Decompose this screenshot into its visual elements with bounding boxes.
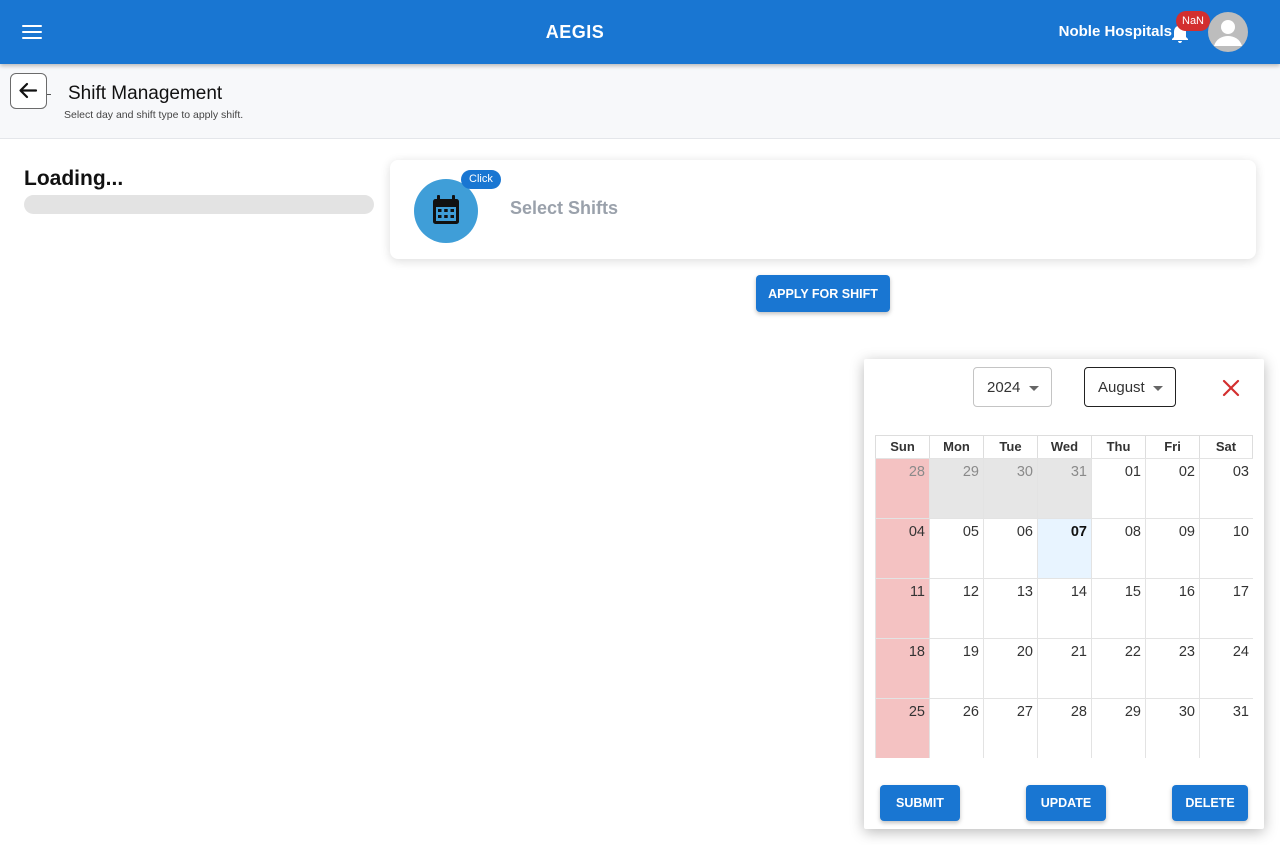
arrow-left-icon <box>19 82 38 99</box>
calendar-day[interactable]: 21 <box>1037 638 1091 698</box>
calendar-day[interactable]: 26 <box>929 698 983 758</box>
calendar-day[interactable]: 27 <box>983 698 1037 758</box>
app-bar: AEGIS Noble Hospitals NaN <box>0 0 1280 64</box>
calendar-day[interactable]: 25 <box>875 698 929 758</box>
calendar-day[interactable]: 05 <box>929 518 983 578</box>
delete-button[interactable]: DELETE <box>1172 785 1248 821</box>
select-shifts-card: Click Select Shifts <box>390 160 1256 259</box>
calendar-day[interactable]: 16 <box>1145 578 1199 638</box>
calendar-day[interactable]: 17 <box>1199 578 1253 638</box>
weekday-header: Wed <box>1037 436 1091 458</box>
calendar-day[interactable]: 24 <box>1199 638 1253 698</box>
page-title: Shift Management <box>68 83 223 104</box>
calendar-day[interactable]: 08 <box>1091 518 1145 578</box>
year-select[interactable]: 2024 <box>973 367 1052 407</box>
calendar-week: 28 29 30 31 01 02 03 <box>875 458 1253 518</box>
select-shifts-label[interactable]: Select Shifts <box>510 198 618 219</box>
weekday-header-row: Sun Mon Tue Wed Thu Fri Sat <box>875 435 1253 458</box>
app-title: AEGIS <box>545 22 605 42</box>
calendar-week: 25 26 27 28 29 30 31 <box>875 698 1253 758</box>
calendar-day[interactable]: 15 <box>1091 578 1145 638</box>
calendar-day[interactable]: 03 <box>1199 458 1253 518</box>
loading-skeleton <box>24 195 374 214</box>
page-subtitle: Select day and shift type to apply shift… <box>64 109 244 121</box>
chevron-down-icon <box>1029 386 1039 391</box>
calendar-popup: 2024 August Sun Mon Tue Wed Thu Fri Sat 28 29 30… <box>864 359 1264 829</box>
calendar-week: 04 05 06 07 08 09 10 <box>875 518 1253 578</box>
calendar-day[interactable]: 31 <box>1199 698 1253 758</box>
notification-badge: NaN <box>1176 11 1211 31</box>
weekday-header: Thu <box>1091 436 1145 458</box>
month-select[interactable]: August <box>1084 367 1176 407</box>
calendar-day[interactable]: 28 <box>1037 698 1091 758</box>
submit-button[interactable]: SUBMIT <box>880 785 960 821</box>
weekday-header: Sat <box>1199 436 1253 458</box>
calendar-day[interactable]: 04 <box>875 518 929 578</box>
calendar-day[interactable]: 09 <box>1145 518 1199 578</box>
calendar-day[interactable]: 29 <box>1091 698 1145 758</box>
calendar-day[interactable]: 14 <box>1037 578 1091 638</box>
weekday-header: Tue <box>983 436 1037 458</box>
update-button[interactable]: UPDATE <box>1026 785 1106 821</box>
calendar-day[interactable]: 20 <box>983 638 1037 698</box>
calendar-day[interactable]: 28 <box>875 458 929 518</box>
calendar-day[interactable]: 10 <box>1199 518 1253 578</box>
calendar-day[interactable]: 01 <box>1091 458 1145 518</box>
weekday-header: Sun <box>875 436 929 458</box>
calendar-day[interactable]: 31 <box>1037 458 1091 518</box>
organization-name: Noble Hospitals <box>1058 23 1172 40</box>
calendar-week: 11 12 13 14 15 16 17 <box>875 578 1253 638</box>
calendar-day[interactable]: 23 <box>1145 638 1199 698</box>
close-icon[interactable] <box>1220 377 1242 399</box>
click-chip[interactable]: Click <box>461 170 501 189</box>
calendar-day[interactable]: 02 <box>1145 458 1199 518</box>
calendar-day[interactable]: 19 <box>929 638 983 698</box>
page-header: Shift Management Select day and shift ty… <box>0 64 1280 139</box>
account-avatar-icon[interactable] <box>1208 12 1248 52</box>
calendar-day[interactable]: 06 <box>983 518 1037 578</box>
calendar-grid: Sun Mon Tue Wed Thu Fri Sat 28 29 30 31 01 02 03 04 05… <box>875 435 1253 758</box>
weekday-header: Mon <box>929 436 983 458</box>
calendar-day[interactable]: 11 <box>875 578 929 638</box>
calendar-day[interactable]: 30 <box>1145 698 1199 758</box>
back-button[interactable] <box>10 73 47 109</box>
calendar-day[interactable]: 29 <box>929 458 983 518</box>
calendar-day[interactable]: 22 <box>1091 638 1145 698</box>
calendar-day[interactable]: 30 <box>983 458 1037 518</box>
divider <box>47 94 51 95</box>
chevron-down-icon <box>1153 386 1163 391</box>
apply-for-shift-button[interactable]: APPLY FOR SHIFT <box>756 275 890 312</box>
loading-text: Loading... <box>24 167 124 190</box>
calendar-day[interactable]: 13 <box>983 578 1037 638</box>
calendar-day[interactable]: 07 <box>1037 518 1091 578</box>
weekday-header: Fri <box>1145 436 1199 458</box>
year-select-value: 2024 <box>987 379 1021 396</box>
calendar-week: 18 19 20 21 22 23 24 <box>875 638 1253 698</box>
calendar-weeks: 28 29 30 31 01 02 03 04 05 06 07 08 09 10 11 12 13 14 15 16… <box>875 458 1253 758</box>
month-select-value: August <box>1098 379 1145 396</box>
calendar-day[interactable]: 18 <box>875 638 929 698</box>
calendar-day[interactable]: 12 <box>929 578 983 638</box>
